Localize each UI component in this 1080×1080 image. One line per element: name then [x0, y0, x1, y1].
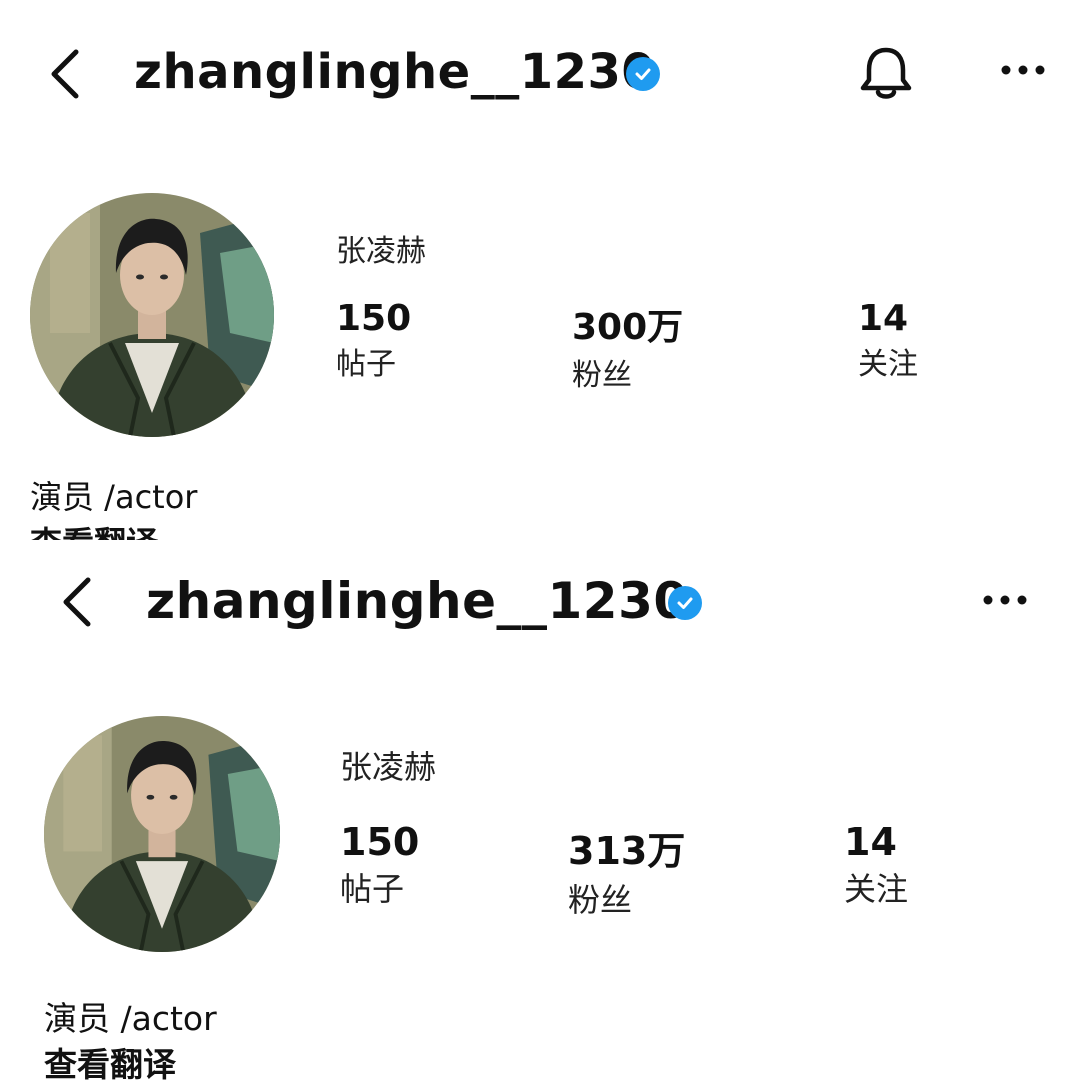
verified-badge-icon	[668, 586, 702, 620]
more-dots-icon[interactable]	[982, 594, 1028, 606]
stat-posts[interactable]: 150 帖子	[340, 820, 419, 910]
profile-screenshot-2: zhanglinghe__1230 张凌赫 150 帖子 313万 粉丝 14 …	[0, 540, 1080, 1080]
stat-followers-value: 300万	[572, 307, 684, 348]
avatar[interactable]	[44, 716, 280, 952]
stat-following-value: 14	[844, 820, 897, 864]
profile-username: zhanglinghe__1230	[134, 44, 656, 100]
stat-following[interactable]: 14 关注	[844, 820, 908, 910]
bio-text: 演员 /actor	[30, 478, 198, 516]
stat-posts-label: 帖子	[336, 347, 396, 382]
stat-posts-value: 150	[340, 820, 420, 864]
bio-text: 演员 /actor	[44, 999, 217, 1038]
back-chevron-icon[interactable]	[58, 576, 94, 628]
stat-followers-label: 粉丝	[568, 881, 633, 919]
stat-following-label: 关注	[858, 347, 918, 382]
stat-posts-label: 帖子	[340, 870, 405, 908]
stat-followers[interactable]: 313万 粉丝	[568, 820, 685, 921]
stat-followers-label: 粉丝	[572, 358, 632, 393]
display-name: 张凌赫	[340, 748, 437, 786]
stat-posts[interactable]: 150 帖子	[336, 298, 411, 383]
avatar[interactable]	[30, 193, 274, 437]
see-translation-link[interactable]: 查看翻译	[30, 518, 158, 540]
stat-following[interactable]: 14 关注	[858, 298, 918, 383]
stat-followers-value: 313万	[568, 829, 686, 873]
bell-icon[interactable]	[856, 44, 916, 104]
stat-posts-value: 150	[336, 298, 412, 339]
profile-username: zhanglinghe__1230	[146, 572, 689, 630]
display-name: 张凌赫	[336, 234, 426, 269]
more-dots-icon[interactable]	[1000, 64, 1046, 76]
back-chevron-icon[interactable]	[46, 48, 82, 100]
stat-followers[interactable]: 300万 粉丝	[572, 298, 683, 394]
profile-screenshot-1: zhanglinghe__1230 张凌赫 150 帖子 300万 粉丝 14 …	[0, 0, 1080, 540]
stat-following-label: 关注	[844, 870, 909, 908]
verified-badge-icon	[626, 57, 660, 91]
see-translation-link[interactable]: 查看翻译	[44, 1038, 176, 1080]
stat-following-value: 14	[858, 298, 909, 339]
